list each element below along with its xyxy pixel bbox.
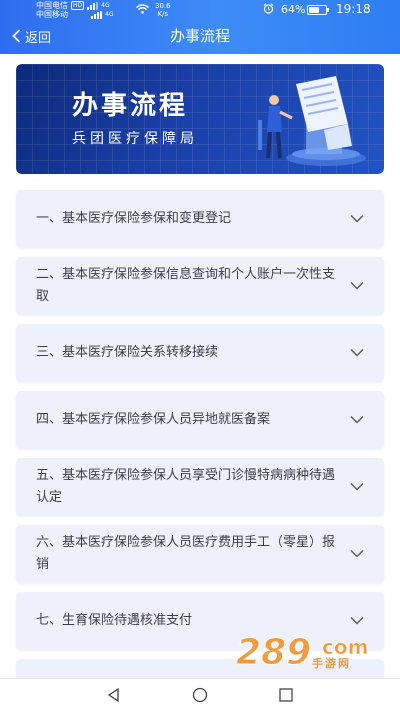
network-type-2: 4G	[105, 11, 114, 18]
banner-title: 办事流程	[72, 91, 189, 121]
watermark-subtext: 手游网	[312, 657, 351, 670]
nav-home-icon[interactable]	[192, 687, 208, 703]
list-item-label: 一、基本医疗保险参保和变更登记	[36, 211, 232, 226]
chevron-down-icon	[350, 348, 364, 357]
chevron-down-icon	[350, 616, 364, 625]
chevron-down-icon	[350, 281, 364, 290]
system-nav-bar	[0, 678, 400, 710]
network-type-1: 4G	[101, 2, 110, 9]
network-speed: 30.6 K/s	[155, 2, 171, 18]
page-title: 办事流程	[169, 27, 230, 45]
nav-recents-icon[interactable]	[278, 687, 294, 703]
chevron-down-icon	[350, 549, 364, 558]
alarm-icon	[263, 3, 274, 14]
battery-percent: 64%	[281, 3, 306, 16]
list-item[interactable]: 三、基本医疗保险关系转移接续	[16, 324, 384, 382]
banner-subtitle: 兵团医疗保障局	[72, 131, 198, 147]
carrier-1: 中国电信	[36, 1, 68, 10]
status-bar: 中国电信 HD 4G 中国移动 4G 30.6 K/s 64% 19:18	[0, 0, 400, 20]
list-item[interactable]: 六、基本医疗保险参保人员医疗费用手工（零星）报销	[16, 525, 384, 583]
watermark-number: 289	[236, 632, 311, 673]
chevron-down-icon	[350, 214, 364, 223]
list-item-label: 七、生育保险待遇核准支付	[36, 613, 193, 628]
banner: 办事流程 兵团医疗保障局	[16, 64, 384, 174]
list-item[interactable]: 二、基本医疗保险参保信息查询和个人账户一次性支取	[16, 257, 384, 315]
list-item-label: 四、基本医疗保险参保人员异地就医备案	[36, 412, 271, 427]
banner-illustration	[258, 76, 366, 166]
nav-back-icon[interactable]	[106, 687, 122, 703]
list-item[interactable]: 五、基本医疗保险参保人员享受门诊慢特病病种待遇认定	[16, 458, 384, 516]
chevron-down-icon	[350, 415, 364, 424]
list-item-label: 三、基本医疗保险关系转移接续	[36, 345, 219, 360]
carrier-2: 中国移动	[36, 10, 68, 19]
signal-icon	[91, 10, 105, 19]
list-item-label: 五、基本医疗保险参保人员享受门诊慢特病病种待遇认定	[36, 468, 336, 505]
wifi-icon	[136, 4, 149, 14]
list-item[interactable]: 四、基本医疗保险参保人员异地就医备案	[16, 391, 384, 449]
list-item-label: 二、基本医疗保险参保信息查询和个人账户一次性支取	[36, 267, 336, 304]
app-header: 中国电信 HD 4G 中国移动 4G 30.6 K/s 64% 19:18 返回…	[0, 0, 400, 54]
speed-unit: K/s	[157, 10, 169, 18]
list-item-label: 六、基本医疗保险参保人员医疗费用手工（零星）报销	[36, 535, 336, 572]
carrier-info: 中国电信 HD 4G 中国移动 4G	[36, 1, 113, 19]
chevron-down-icon	[350, 482, 364, 491]
clock: 19:18	[336, 2, 371, 16]
hd-badge: HD	[71, 1, 85, 10]
list-item[interactable]: 一、基本医疗保险参保和变更登记	[16, 190, 384, 248]
signal-icon	[87, 1, 101, 10]
speed-value: 30.6	[155, 2, 171, 10]
battery-icon	[307, 5, 329, 15]
